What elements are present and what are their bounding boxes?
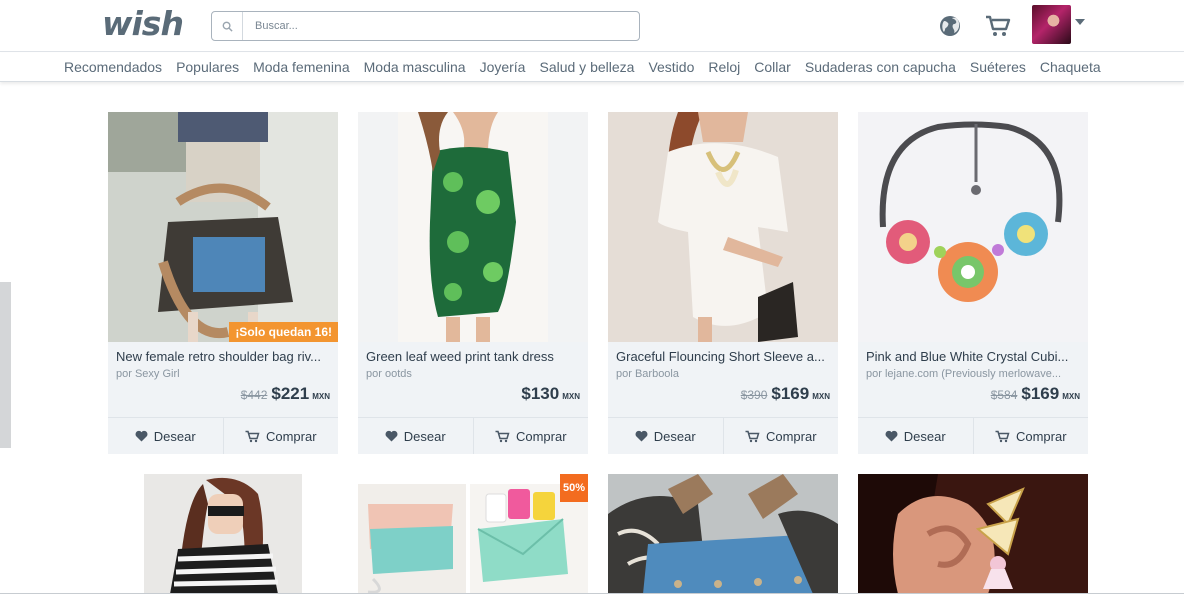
cart-icon bbox=[495, 430, 510, 442]
product-actions: Desear Comprar bbox=[358, 417, 588, 454]
buy-label: Comprar bbox=[265, 428, 317, 444]
wish-button[interactable]: Desear bbox=[108, 418, 223, 454]
wish-button[interactable]: Desear bbox=[608, 418, 723, 454]
product-seller[interactable]: por Barboola bbox=[616, 368, 832, 380]
product-image[interactable]: ¡Solo quedan 16! bbox=[108, 112, 338, 342]
product-actions: Desear Comprar bbox=[108, 417, 338, 454]
search-box bbox=[211, 11, 640, 41]
product-title[interactable]: Graceful Flouncing Short Sleeve a... bbox=[616, 349, 832, 364]
buy-button[interactable]: Comprar bbox=[222, 418, 339, 454]
product-image[interactable] bbox=[108, 474, 338, 594]
category-chaqueta[interactable]: Chaqueta bbox=[1040, 59, 1101, 75]
category-collar[interactable]: Collar bbox=[754, 59, 791, 75]
category-vestido[interactable]: Vestido bbox=[648, 59, 694, 75]
wish-button[interactable]: Desear bbox=[858, 418, 973, 454]
product-actions: Desear Comprar bbox=[608, 417, 838, 454]
product-image[interactable] bbox=[858, 474, 1088, 594]
old-price: $584 bbox=[990, 388, 1018, 402]
buy-label: Comprar bbox=[515, 428, 567, 444]
top-bar: wish bbox=[0, 0, 1184, 52]
product-seller[interactable]: por Sexy Girl bbox=[116, 368, 332, 380]
old-price: $442 bbox=[240, 388, 268, 402]
product-image[interactable] bbox=[608, 112, 838, 342]
product-price: $442 $221 MXN bbox=[241, 384, 330, 404]
buy-button[interactable]: Comprar bbox=[472, 418, 589, 454]
heart-icon bbox=[385, 430, 398, 442]
category-nav: Recomendados Populares Moda femenina Mod… bbox=[0, 53, 1184, 82]
wish-label: Desear bbox=[903, 428, 946, 444]
currency-label: MXN bbox=[1062, 392, 1080, 401]
product-actions: Desear Comprar bbox=[858, 417, 1088, 454]
product-image[interactable]: 50% bbox=[358, 474, 588, 594]
category-joyeria[interactable]: Joyería bbox=[480, 59, 526, 75]
product-image[interactable] bbox=[858, 112, 1088, 342]
product-price: $584 $169 MXN bbox=[991, 384, 1080, 404]
globe-icon[interactable] bbox=[936, 12, 964, 40]
product-title[interactable]: New female retro shoulder bag riv... bbox=[116, 349, 332, 364]
category-moda-femenina[interactable]: Moda femenina bbox=[253, 59, 350, 75]
buy-label: Comprar bbox=[765, 428, 817, 444]
buy-label: Comprar bbox=[1015, 428, 1067, 444]
cart-icon[interactable] bbox=[984, 12, 1012, 40]
heart-icon bbox=[135, 430, 148, 442]
product-card[interactable]: ¡Solo quedan 16! New female retro should… bbox=[108, 112, 338, 454]
wish-label: Desear bbox=[403, 428, 446, 444]
wish-label: Desear bbox=[153, 428, 196, 444]
old-price: $390 bbox=[740, 388, 768, 402]
product-card[interactable]: Pink and Blue White Crystal Cubi... por … bbox=[858, 112, 1088, 454]
avatar[interactable] bbox=[1032, 5, 1071, 44]
product-title[interactable]: Green leaf weed print tank dress bbox=[366, 349, 582, 364]
product-image[interactable] bbox=[608, 474, 838, 594]
heart-icon bbox=[635, 430, 648, 442]
product-card[interactable]: 50% bbox=[358, 474, 588, 594]
product-price: $390 $169 MXN bbox=[741, 384, 830, 404]
product-card[interactable]: Green leaf weed print tank dress por oot… bbox=[358, 112, 588, 454]
side-feedback-tab[interactable] bbox=[0, 282, 11, 448]
current-price: $169 bbox=[1021, 384, 1060, 403]
product-price: $130 MXN bbox=[521, 384, 580, 404]
discount-badge: 50% bbox=[560, 474, 588, 502]
currency-label: MXN bbox=[812, 392, 830, 401]
wish-label: Desear bbox=[653, 428, 696, 444]
category-populares[interactable]: Populares bbox=[176, 59, 239, 75]
category-recomendados[interactable]: Recomendados bbox=[64, 59, 162, 75]
current-price: $169 bbox=[771, 384, 810, 403]
product-image[interactable] bbox=[358, 112, 588, 342]
buy-button[interactable]: Comprar bbox=[972, 418, 1089, 454]
product-seller[interactable]: por lejane.com (Previously merlowave... bbox=[866, 368, 1082, 380]
wish-button[interactable]: Desear bbox=[358, 418, 473, 454]
stock-badge: ¡Solo quedan 16! bbox=[229, 322, 338, 342]
category-sudaderas[interactable]: Sudaderas con capucha bbox=[805, 59, 956, 75]
category-moda-masculina[interactable]: Moda masculina bbox=[364, 59, 466, 75]
product-card[interactable] bbox=[108, 474, 338, 594]
cart-icon bbox=[995, 430, 1010, 442]
category-reloj[interactable]: Reloj bbox=[708, 59, 740, 75]
chevron-down-icon[interactable] bbox=[1075, 19, 1085, 25]
product-seller[interactable]: por ootds bbox=[366, 368, 582, 380]
buy-button[interactable]: Comprar bbox=[722, 418, 839, 454]
category-sueteres[interactable]: Suéteres bbox=[970, 59, 1026, 75]
product-title[interactable]: Pink and Blue White Crystal Cubi... bbox=[866, 349, 1082, 364]
cart-icon bbox=[245, 430, 260, 442]
heart-icon bbox=[885, 430, 898, 442]
wish-logo[interactable]: wish bbox=[102, 6, 184, 42]
product-card[interactable] bbox=[858, 474, 1088, 594]
current-price: $130 bbox=[521, 384, 560, 403]
search-icon[interactable] bbox=[212, 12, 243, 40]
currency-label: MXN bbox=[312, 392, 330, 401]
category-salud-y-belleza[interactable]: Salud y belleza bbox=[539, 59, 634, 75]
current-price: $221 bbox=[271, 384, 310, 403]
cart-icon bbox=[745, 430, 760, 442]
product-card[interactable]: Graceful Flouncing Short Sleeve a... por… bbox=[608, 112, 838, 454]
search-input[interactable] bbox=[243, 12, 639, 40]
product-card[interactable] bbox=[608, 474, 838, 594]
currency-label: MXN bbox=[562, 392, 580, 401]
